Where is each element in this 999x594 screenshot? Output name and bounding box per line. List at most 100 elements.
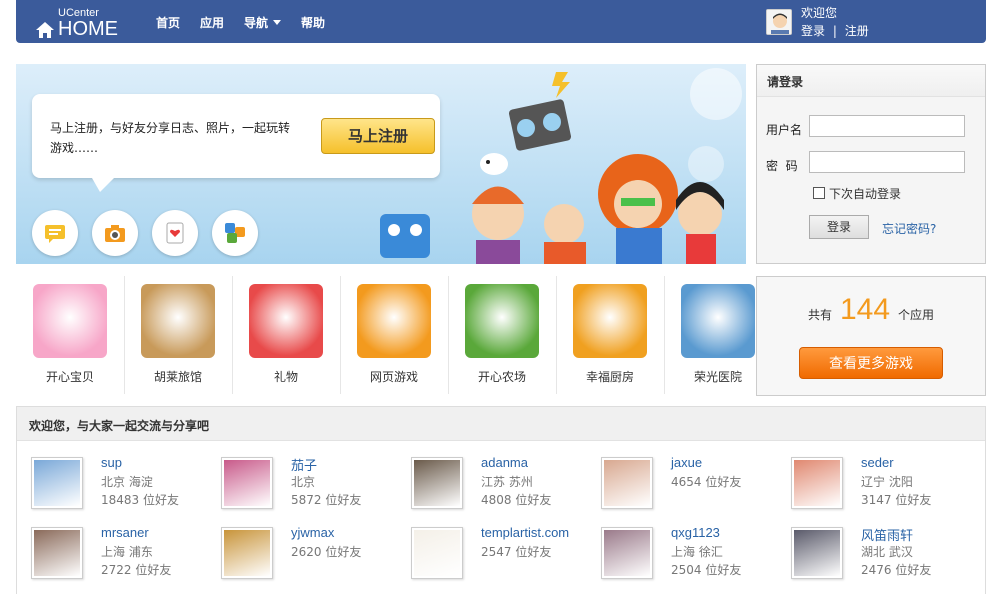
apps-icon (225, 223, 245, 243)
friend-item: jaxue 4654 位好友 (601, 455, 791, 519)
count-prefix: 共有 (807, 308, 832, 322)
avatar-image (224, 460, 270, 506)
friends-title: 欢迎您，与大家一起交流与分享吧 (17, 407, 985, 441)
friend-name[interactable]: sup (101, 455, 122, 470)
feature-photo[interactable] (92, 210, 138, 256)
login-link[interactable]: 登录 (801, 24, 825, 38)
friend-count: 4808 位好友 (481, 493, 552, 507)
login-button[interactable]: 登录 (809, 215, 869, 239)
feature-game[interactable] (152, 210, 198, 256)
app-tile[interactable]: 胡莱旅馆 (124, 276, 232, 396)
forgot-password-link[interactable]: 忘记密码? (882, 220, 936, 237)
nav-navigation-label: 导航 (244, 16, 269, 30)
top-nav-bar: UCenter HOME 首页 应用 导航 帮助 欢迎您 登录 | 注册 (16, 0, 986, 43)
register-now-button[interactable]: 马上注册 (321, 118, 435, 154)
avatar[interactable] (601, 457, 653, 509)
friends-section: 欢迎您，与大家一起交流与分享吧 sup 北京 海淀 18483 位好友 茄子 北京 587… (16, 406, 986, 594)
nav-apps[interactable]: 应用 (200, 14, 224, 31)
app-strip: 开心宝贝 胡莱旅馆 礼物 网页游戏 开心农场 幸福厨房 荣光医院 (16, 276, 755, 396)
username-input[interactable] (809, 115, 965, 137)
app-tile[interactable]: 礼物 (232, 276, 340, 396)
friend-name[interactable]: 茄子 (291, 455, 317, 474)
nav-help[interactable]: 帮助 (301, 14, 325, 31)
nav-home[interactable]: 首页 (156, 14, 180, 31)
friend-item: yjwmax 2620 位好友 (221, 525, 411, 589)
app-tile[interactable]: 幸福厨房 (556, 276, 664, 396)
friend-item: adanma 江苏 苏州 4808 位好友 (411, 455, 601, 519)
password-input[interactable] (809, 151, 965, 173)
card-icon (166, 222, 184, 244)
app-label: 开心农场 (477, 370, 526, 384)
login-panel: 请登录 用户名 密 码 下次自动登录 登录 忘记密码? (756, 64, 986, 264)
app-icon (357, 284, 431, 358)
app-tile[interactable]: 网页游戏 (340, 276, 448, 396)
app-tile[interactable]: 开心宝贝 (16, 276, 124, 396)
avatar[interactable] (766, 9, 792, 35)
avatar-image (414, 460, 460, 506)
avatar[interactable] (411, 457, 463, 509)
friend-name[interactable]: yjwmax (291, 525, 334, 540)
app-icon (141, 284, 215, 358)
camera-icon (105, 225, 125, 242)
nav-navigation[interactable]: 导航 (244, 14, 282, 31)
avatar[interactable] (791, 457, 843, 509)
avatar-image (224, 530, 270, 576)
avatar-image (604, 530, 650, 576)
app-icon (465, 284, 539, 358)
app-count-number: 144 (839, 293, 891, 326)
friend-item: 茄子 北京 5872 位好友 (221, 457, 411, 519)
friend-count: 2620 位好友 (291, 545, 362, 559)
more-games-button[interactable]: 查看更多游戏 (799, 347, 943, 379)
avatar[interactable] (31, 457, 83, 509)
avatar[interactable] (221, 527, 273, 579)
friend-item: templartist.com 2547 位好友 (411, 525, 601, 589)
app-icon (249, 284, 323, 358)
friend-location: 湖北 武汉 (861, 545, 913, 559)
nav-home-label: 首页 (156, 16, 181, 30)
feature-message[interactable] (32, 210, 78, 256)
avatar-image (34, 460, 80, 506)
avatar-image (794, 460, 840, 506)
message-icon (45, 225, 65, 243)
friend-item: mrsaner 上海 浦东 2722 位好友 (31, 525, 221, 589)
count-suffix: 个应用 (898, 308, 935, 322)
app-label: 礼物 (273, 370, 298, 384)
friend-name[interactable]: jaxue (671, 455, 702, 470)
avatar-image (34, 530, 80, 576)
friend-name[interactable]: mrsaner (101, 525, 149, 540)
avatar[interactable] (601, 527, 653, 579)
feature-apps[interactable] (212, 210, 258, 256)
friend-count: 3147 位好友 (861, 493, 932, 507)
register-link[interactable]: 注册 (845, 24, 869, 38)
auth-links: 登录 | 注册 (801, 22, 869, 39)
avatar[interactable] (411, 527, 463, 579)
friend-name[interactable]: seder (861, 455, 894, 470)
app-tile[interactable]: 开心农场 (448, 276, 556, 396)
friend-count: 2547 位好友 (481, 545, 552, 559)
username-label: 用户名 (766, 123, 803, 137)
friend-item: 风笛雨轩 湖北 武汉 2476 位好友 (791, 527, 981, 589)
promo-bubble: 马上注册，与好友分享日志、照片，一起玩转游戏…… 马上注册 (32, 94, 440, 192)
friend-count: 2722 位好友 (101, 563, 172, 577)
friend-item: seder 辽宁 沈阳 3147 位好友 (791, 455, 981, 519)
main-nav: 首页 应用 导航 帮助 (156, 14, 345, 31)
home-icon (36, 22, 54, 38)
avatar[interactable] (221, 457, 273, 509)
avatar[interactable] (791, 527, 843, 579)
nav-help-label: 帮助 (301, 16, 326, 30)
friend-name[interactable]: adanma (481, 455, 528, 470)
friend-count: 5872 位好友 (291, 493, 362, 507)
avatar[interactable] (31, 527, 83, 579)
avatar-image (414, 530, 460, 576)
separator: | (832, 24, 837, 38)
friend-name[interactable]: 风笛雨轩 (861, 525, 913, 544)
app-label: 胡莱旅馆 (153, 370, 202, 384)
welcome-text: 欢迎您 (801, 6, 838, 20)
remember-checkbox[interactable] (813, 187, 825, 199)
divider (124, 276, 125, 394)
friend-name[interactable]: qxg1123 (671, 525, 720, 540)
friend-name[interactable]: templartist.com (481, 525, 569, 540)
promo-text: 马上注册，与好友分享日志、照片，一起玩转游戏…… (50, 121, 291, 155)
logo-main-text: HOME (58, 18, 118, 40)
app-icon (573, 284, 647, 358)
